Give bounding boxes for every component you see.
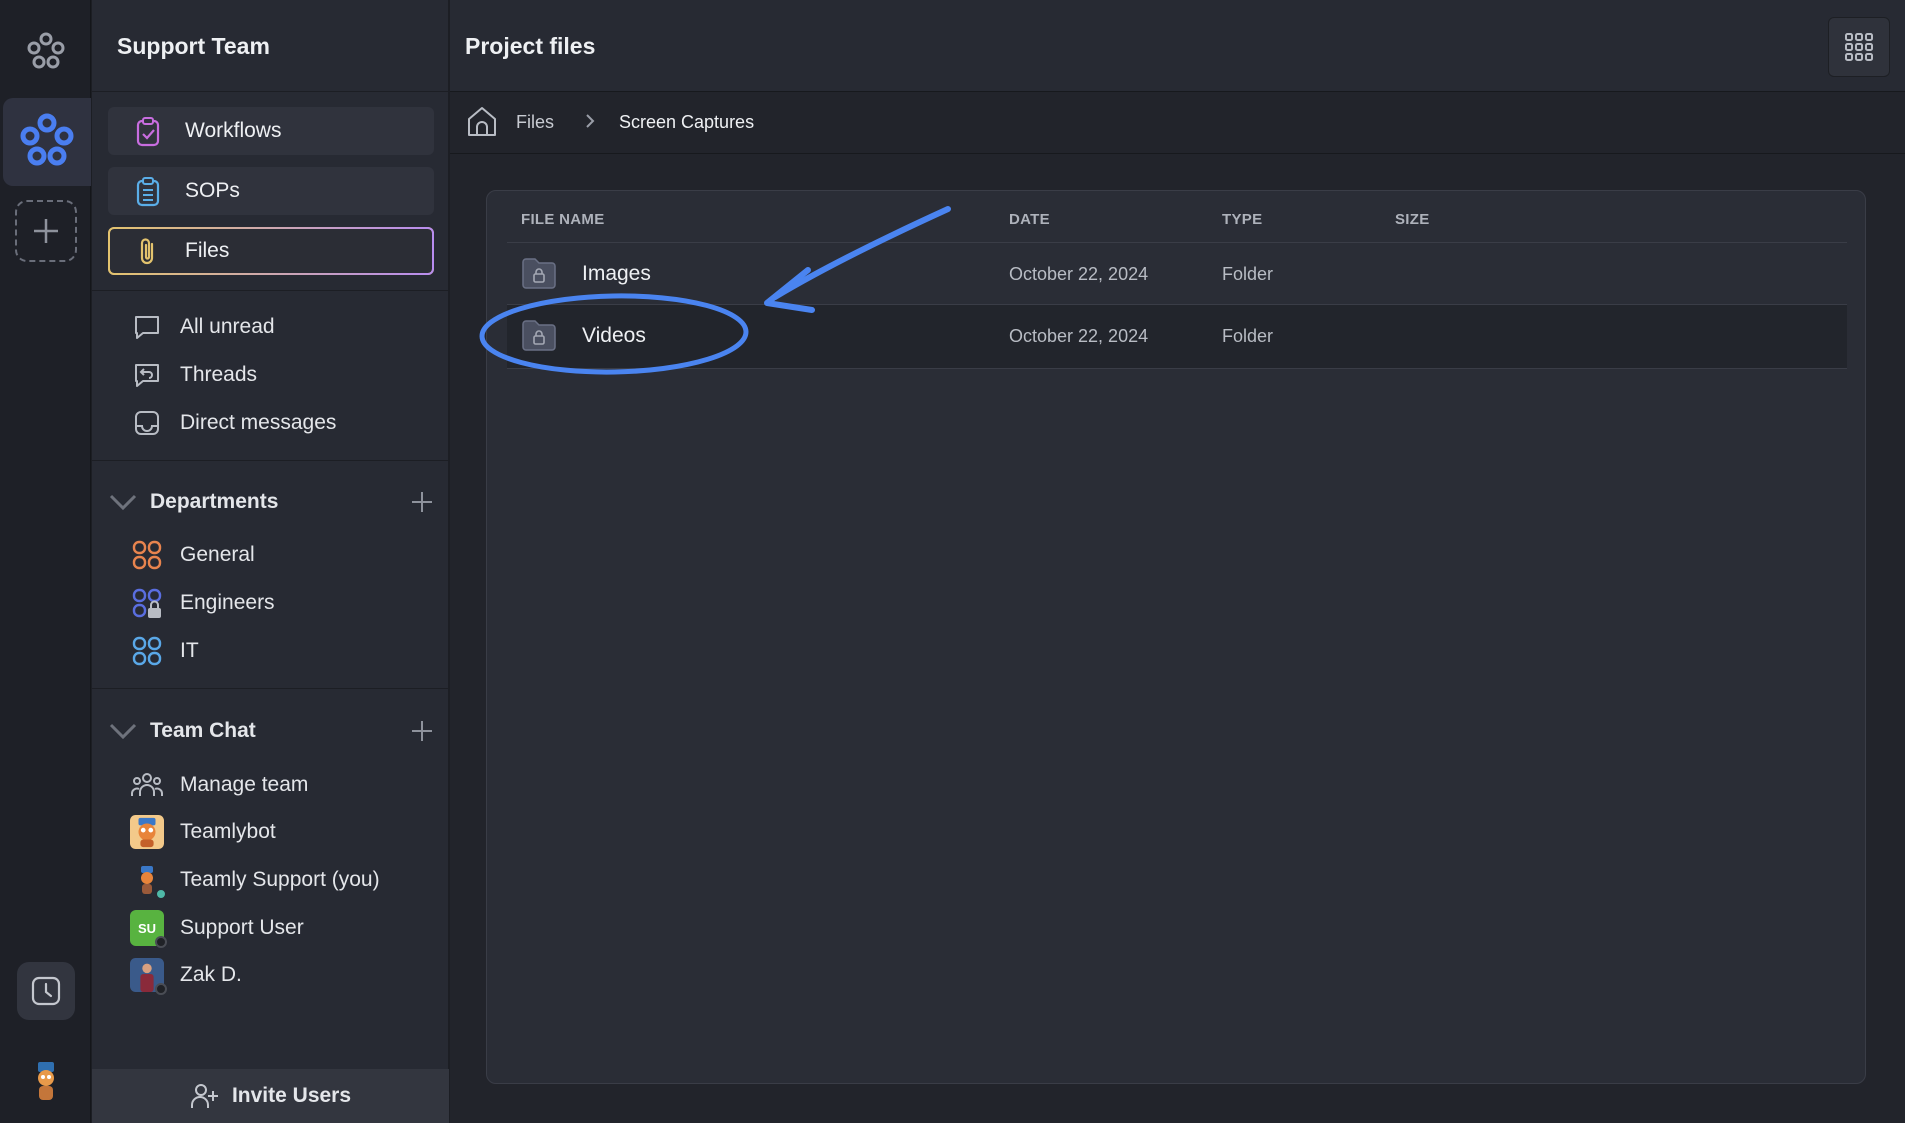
plus-icon [34,219,58,243]
breadcrumb: Files Screen Captures [450,92,1905,154]
online-status-dot [155,888,167,900]
department-label: General [180,543,255,566]
divider [92,290,449,291]
chat-zak-d[interactable]: Zak D. [130,958,242,995]
plus-icon [412,721,432,741]
team-members-icon [131,773,163,796]
home-icon[interactable] [465,105,499,139]
main-header: Project files [450,0,1905,92]
workspace-title: Support Team [92,0,448,92]
department-icon [132,540,162,570]
file-date: October 22, 2024 [1009,326,1149,346]
workspace-support-team-button[interactable] [3,98,91,186]
department-engineers[interactable]: Engineers [130,586,275,620]
file-type: Folder [1222,326,1274,346]
chat-label: Manage team [180,773,309,796]
grid-icon [1845,33,1873,61]
files-table: FILE NAME DATE TYPE SIZE Images October … [486,190,1866,1084]
workspace-rail [0,0,91,1123]
nav-label: All unread [180,315,275,338]
section-title: Team Chat [150,719,256,742]
locked-folder-icon [522,320,556,351]
file-date: October 22, 2024 [1009,264,1149,284]
chat-label: Teamly Support (you) [180,868,380,891]
chevron-down-icon [109,723,137,740]
nav-workflows[interactable]: Workflows [108,107,434,155]
plus-icon [412,492,432,512]
department-it[interactable]: IT [130,634,199,668]
team-chat-section-header[interactable]: Team Chat [106,713,436,749]
reply-bubble-icon [135,364,159,387]
file-type: Folder [1222,264,1274,284]
chat-teamly-support[interactable]: Teamly Support (you) [130,863,380,900]
workspace-logo-icon [20,113,74,166]
nav-label: Threads [180,363,258,386]
column-size[interactable]: SIZE [1395,211,1430,228]
nav-label: Workflows [185,119,282,142]
section-title: Departments [150,490,279,513]
divider [92,460,449,461]
department-icon [132,636,162,666]
inbox-tray-icon [135,411,159,435]
chat-label: Support User [180,916,304,939]
file-name: Images [582,262,651,285]
chat-label: Zak D. [180,963,242,986]
paperclip-icon [140,238,154,265]
breadcrumb-files-link[interactable]: Files [516,112,554,133]
departments-section-header[interactable]: Departments [106,484,436,520]
page-title: Project files [465,33,596,59]
table-row-videos[interactable]: Videos October 22, 2024 Folder [507,305,1847,369]
add-department-button[interactable] [408,488,436,516]
clipboard-check-icon [136,117,160,147]
add-user-icon [190,1084,218,1108]
clipboard-list-icon [136,177,160,207]
invite-label: Invite Users [231,1084,352,1107]
apps-grid-button[interactable] [1828,17,1890,77]
chat-teamlybot[interactable]: Teamlybot [130,815,276,849]
add-workspace-button[interactable] [15,200,77,262]
table-row-images[interactable]: Images October 22, 2024 Folder [507,243,1847,305]
chevron-down-icon [109,494,137,511]
teamly-logo-icon[interactable] [24,30,68,74]
nav-all-unread[interactable]: All unread [130,310,275,344]
sidebar: Support Team Workflows SOPs Files All un… [92,0,449,1123]
nav-threads[interactable]: Threads [130,358,257,392]
breadcrumb-current: Screen Captures [619,112,755,132]
chevron-right-icon [586,114,595,128]
nav-label: Files [185,239,230,262]
teamlybot-avatar [130,815,164,849]
add-chat-button[interactable] [408,717,436,745]
nav-direct-messages[interactable]: Direct messages [130,406,336,440]
manage-team-item[interactable]: Manage team [130,768,308,802]
department-general[interactable]: General [130,538,255,572]
offline-status-dot [155,983,167,995]
user-avatar[interactable] [28,1060,64,1104]
main-content: Project files Files Screen Captures FILE… [450,0,1905,1123]
file-name: Videos [582,324,646,347]
department-label: IT [180,639,199,662]
chat-bubble-icon [135,316,159,339]
divider [92,688,449,689]
nav-label: SOPs [185,179,240,202]
offline-status-dot [155,936,167,948]
department-private-icon [132,588,162,618]
invite-users-button[interactable]: Invite Users [92,1069,449,1123]
nav-sops[interactable]: SOPs [108,167,434,215]
nav-label: Direct messages [180,411,337,434]
column-type[interactable]: TYPE [1222,211,1262,228]
chat-support-user[interactable]: SU Support User [130,910,304,948]
clock-icon [31,976,61,1006]
column-date[interactable]: DATE [1009,211,1050,228]
nav-files[interactable]: Files [108,227,434,275]
locked-folder-icon [522,258,556,289]
table-header: FILE NAME DATE TYPE SIZE [507,191,1847,243]
chat-label: Teamlybot [180,820,276,843]
history-button[interactable] [17,962,75,1020]
column-file-name[interactable]: FILE NAME [521,211,605,228]
department-label: Engineers [180,591,275,614]
